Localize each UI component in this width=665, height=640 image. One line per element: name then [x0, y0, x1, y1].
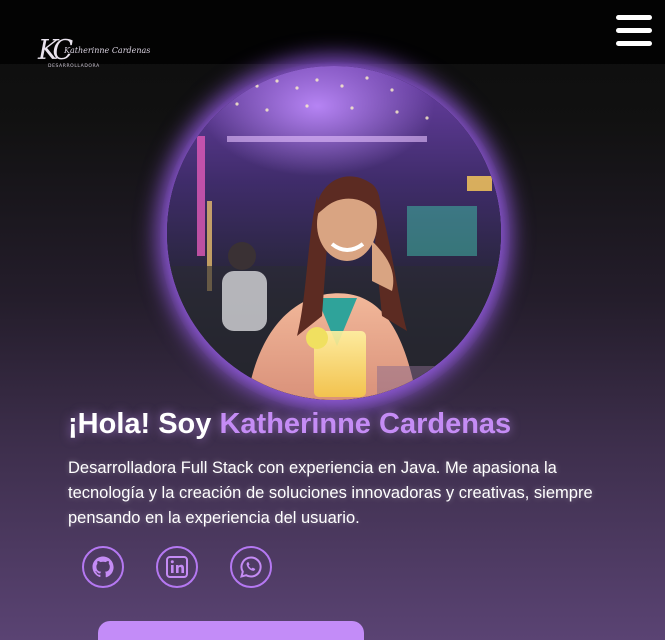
- review-cv-button[interactable]: Revisar CV: [98, 621, 364, 640]
- menu-bar-top: [616, 15, 652, 20]
- header-bar: KC Katherinne Cardenas DESARROLLADORA: [0, 0, 665, 69]
- hamburger-menu-icon[interactable]: [614, 14, 654, 48]
- site-logo[interactable]: KC Katherinne Cardenas DESARROLLADORA: [38, 36, 150, 76]
- profile-photo-illustration: [167, 66, 501, 400]
- hero-bio: Desarrolladora Full Stack con experienci…: [68, 459, 593, 527]
- profile-photo: [167, 66, 501, 400]
- hero-headline: ¡Hola! Soy Katherinne Cardenas: [68, 404, 511, 444]
- linkedin-link[interactable]: [156, 546, 198, 588]
- whatsapp-link[interactable]: [230, 546, 272, 588]
- logo-subtitle: DESARROLLADORA: [48, 64, 100, 69]
- menu-bar-middle: [616, 28, 652, 33]
- github-link[interactable]: [82, 546, 124, 588]
- portfolio-page: KC Katherinne Cardenas DESARROLLADORA ¡H…: [0, 0, 665, 640]
- github-icon: [92, 556, 114, 578]
- whatsapp-icon: [240, 556, 262, 578]
- hero-greeting: ¡Hola! Soy: [68, 408, 212, 440]
- linkedin-icon: [166, 556, 188, 578]
- hero-name: Katherinne Cardenas: [219, 408, 512, 440]
- menu-bar-bottom: [616, 41, 652, 46]
- logo-script: Katherinne Cardenas: [64, 46, 151, 55]
